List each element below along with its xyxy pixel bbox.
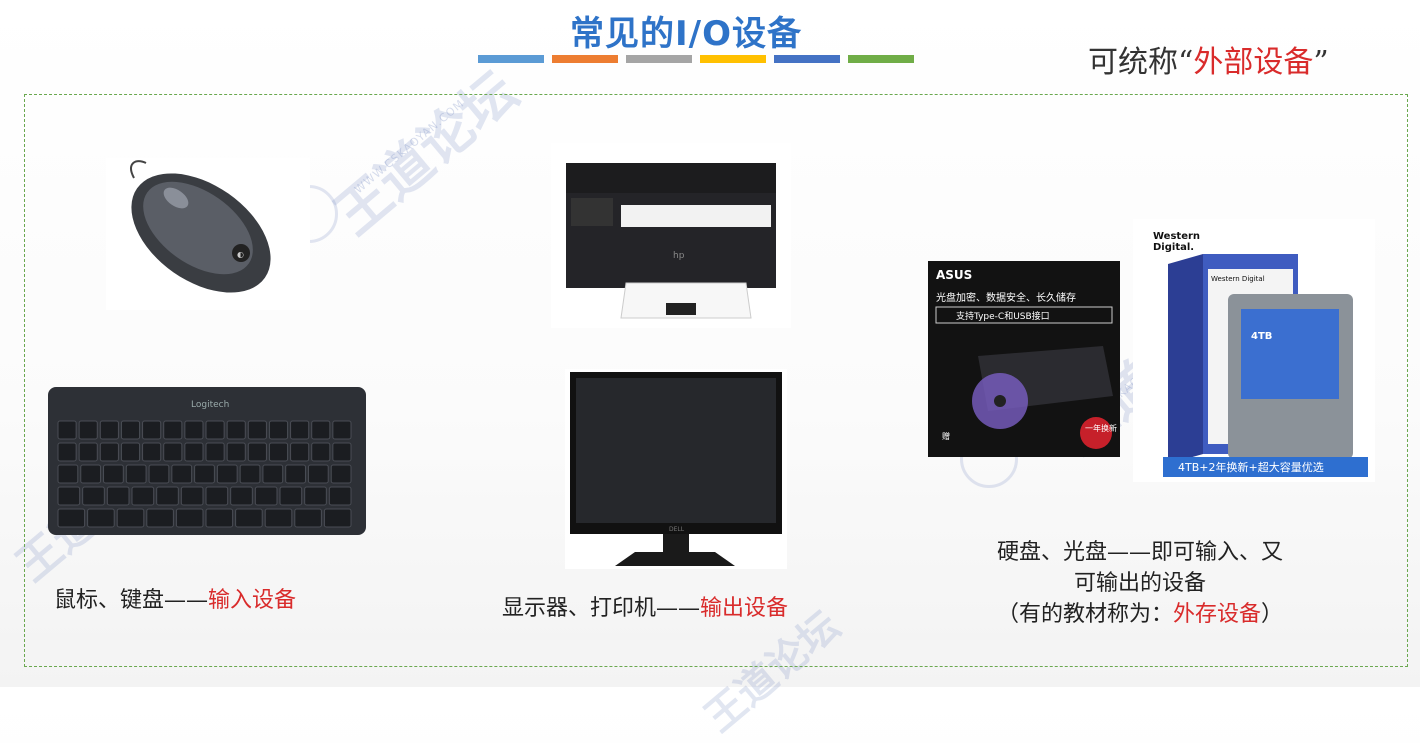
keyboard-image: Logitech <box>46 385 368 537</box>
hdd-brand-line2: Digital. <box>1153 242 1194 253</box>
caption-storage-line3-prefix: （有的教材称为： <box>996 602 1173 627</box>
hdd-banner: 4TB+2年换新+超大容量优选 <box>1178 460 1324 474</box>
printer-brand: hp <box>673 251 685 261</box>
title-bar-2 <box>552 55 618 63</box>
mouse-logo: ◐ <box>237 250 244 259</box>
hdd-capacity: 4TB <box>1251 331 1272 342</box>
hdd-box-brand: Western Digital <box>1211 275 1265 283</box>
title-underline <box>478 55 914 63</box>
caption-input: 鼠标、键盘——输入设备 <box>54 585 296 616</box>
title-bar-1 <box>478 55 544 63</box>
caption-storage: 硬盘、光盘——即可输入、又 可输出的设备 （有的教材称为：外存设备） <box>960 537 1320 630</box>
printer-image: hp <box>551 143 791 328</box>
monitor-brand: DELL <box>669 526 685 533</box>
caption-output: 显示器、打印机——输出设备 <box>502 593 788 624</box>
hdd-image: Western Digital. Western Digital 4TB 4TB… <box>1133 219 1375 482</box>
subtitle-highlight: 外部设备 <box>1193 45 1314 80</box>
subtitle-suffix: ” <box>1313 45 1329 80</box>
caption-storage-highlight: 外存设备 <box>1172 602 1261 627</box>
subtitle: 可统称“外部设备” <box>1088 37 1329 81</box>
mouse-image: ◐ <box>106 158 310 310</box>
subtitle-prefix: 可统称“ <box>1088 45 1194 80</box>
drive-line1: 光盘加密、数据安全、长久储存 <box>936 291 1076 304</box>
title-bar-6 <box>848 55 914 63</box>
title-bar-3 <box>626 55 692 63</box>
caption-storage-line3-suffix: ） <box>1261 602 1284 627</box>
optical-drive-image: ASUS 光盘加密、数据安全、长久储存 支持Type-C和USB接口 一年换新 … <box>928 261 1120 457</box>
drive-line2: 支持Type-C和USB接口 <box>956 310 1050 322</box>
keyboard-brand: Logitech <box>191 400 229 410</box>
title-bar-4 <box>700 55 766 63</box>
drive-brand: ASUS <box>936 268 972 282</box>
caption-output-highlight: 输出设备 <box>700 596 789 621</box>
page-title: 常见的I/O设备 <box>570 14 802 54</box>
monitor-image: DELL <box>565 369 787 569</box>
caption-storage-line3: （有的教材称为：外存设备） <box>960 599 1320 630</box>
caption-output-text: 显示器、打印机—— <box>502 596 701 621</box>
hdd-brand-line1: Western <box>1153 231 1200 242</box>
caption-storage-line1: 硬盘、光盘——即可输入、又 <box>996 540 1283 565</box>
title-bar-5 <box>774 55 840 63</box>
drive-badge: 一年换新 <box>1085 423 1117 433</box>
drive-gift: 赠 <box>942 431 950 441</box>
caption-storage-line2: 可输出的设备 <box>1073 571 1206 596</box>
caption-input-text: 鼠标、键盘—— <box>54 588 209 613</box>
caption-input-highlight: 输入设备 <box>208 588 297 613</box>
